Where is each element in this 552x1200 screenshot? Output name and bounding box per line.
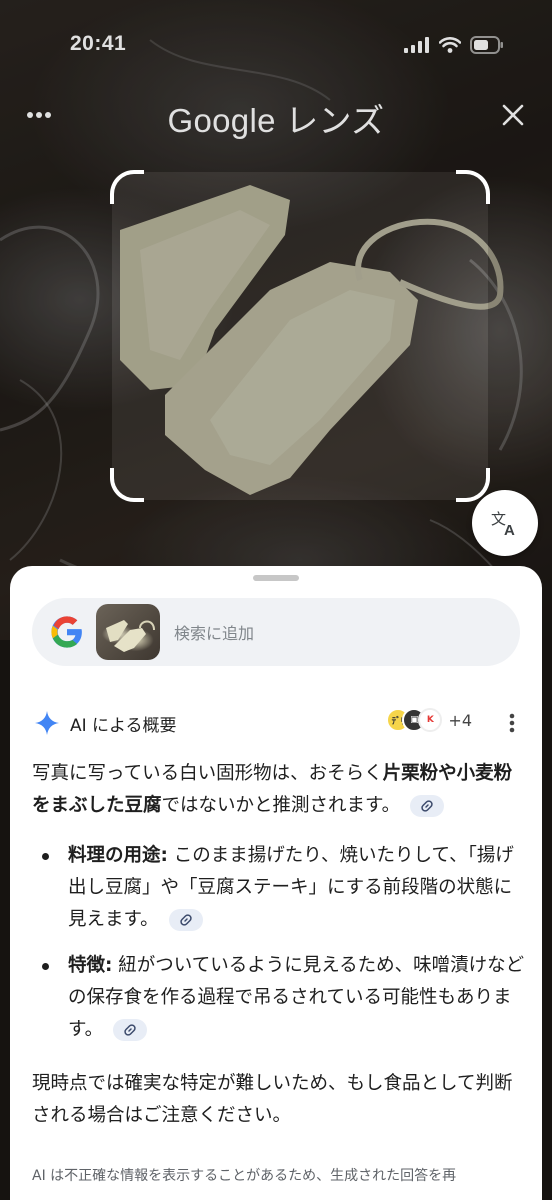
link-icon: [179, 914, 192, 926]
close-icon: [502, 104, 524, 126]
more-vertical-icon: [509, 713, 515, 733]
source-avatars[interactable]: ﾃﾞﾘ ▣ K +4: [386, 708, 472, 732]
title-lens: レンズ: [285, 102, 385, 139]
status-time: 20:41: [70, 32, 127, 55]
search-bar[interactable]: 検索に追加: [32, 598, 520, 666]
thumbnail-image: [106, 620, 155, 652]
sheet-drag-handle[interactable]: [253, 575, 299, 581]
ai-disclaimer: AI は不正確な情報を表示することがあるため、生成された回答を再: [32, 1168, 457, 1184]
bullet-label: 料理の用途:: [68, 845, 168, 866]
lens-header: Google レンズ: [0, 92, 552, 139]
link-icon: [421, 800, 433, 812]
search-placeholder: 検索に追加: [174, 624, 255, 643]
translate-icon: 文 A: [491, 510, 515, 537]
sparkle-icon: [35, 711, 59, 735]
google-g-icon: [51, 616, 82, 648]
link-icon: [124, 1024, 136, 1036]
citation-link[interactable]: [168, 909, 203, 931]
overview-bullets: 料理の用途: このまま揚げたり、焼いたりして、「揚げ出し豆腐」や「豆腐ステーキ」…: [32, 840, 528, 1046]
cellular-signal-icon: [404, 37, 429, 53]
citation-link[interactable]: [113, 1019, 148, 1041]
source-count: +4: [448, 710, 472, 730]
intro-text: 写真に写っている白い固形物は、おそらく: [32, 763, 383, 784]
image-thumbnail[interactable]: [96, 604, 160, 660]
list-item: 特徴: 紐がついているように見えるため、味噌漬けなどの保存食を作る過程で吊るされ…: [32, 950, 528, 1046]
svg-text:A: A: [504, 522, 515, 537]
results-sheet: 検索に追加 AI による概要 ﾃﾞﾘ ▣ K +4 写真に写っている白い固形物は…: [10, 566, 542, 1200]
ai-overview-content: 写真に写っている白い固形物は、おそらく片栗粉や小麦粉をまぶした豆腐ではないかと推…: [32, 758, 528, 1150]
intro-text-end: ではないかと推測されます。: [161, 795, 401, 816]
page-title: Google レンズ: [0, 94, 552, 142]
translate-button[interactable]: 文 A: [472, 490, 538, 556]
close-button[interactable]: [496, 98, 530, 132]
citation-link[interactable]: [410, 795, 445, 817]
ai-overview-title: AI による概要: [70, 715, 177, 736]
overview-conclusion: 現時点では確実な特定が難しいため、もし食品として判断される場合はご注意ください。: [32, 1073, 513, 1126]
wifi-icon: [439, 37, 461, 53]
status-bar: 20:41: [0, 0, 552, 90]
overview-intro: 写真に写っている白い固形物は、おそらく片栗粉や小麦粉をまぶした豆腐ではないかと推…: [32, 758, 528, 822]
source-avatar[interactable]: K: [418, 708, 443, 732]
list-item: 料理の用途: このまま揚げたり、焼いたりして、「揚げ出し豆腐」や「豆腐ステーキ」…: [32, 840, 528, 936]
bullet-label: 特徴:: [68, 955, 113, 976]
title-google: Google: [167, 102, 276, 139]
selection-frame[interactable]: [110, 170, 490, 502]
battery-icon: [470, 36, 503, 54]
overview-more-button[interactable]: [500, 710, 524, 736]
status-icons: [404, 36, 504, 54]
ai-overview-header: AI による概要 ﾃﾞﾘ ▣ K +4: [34, 708, 524, 738]
